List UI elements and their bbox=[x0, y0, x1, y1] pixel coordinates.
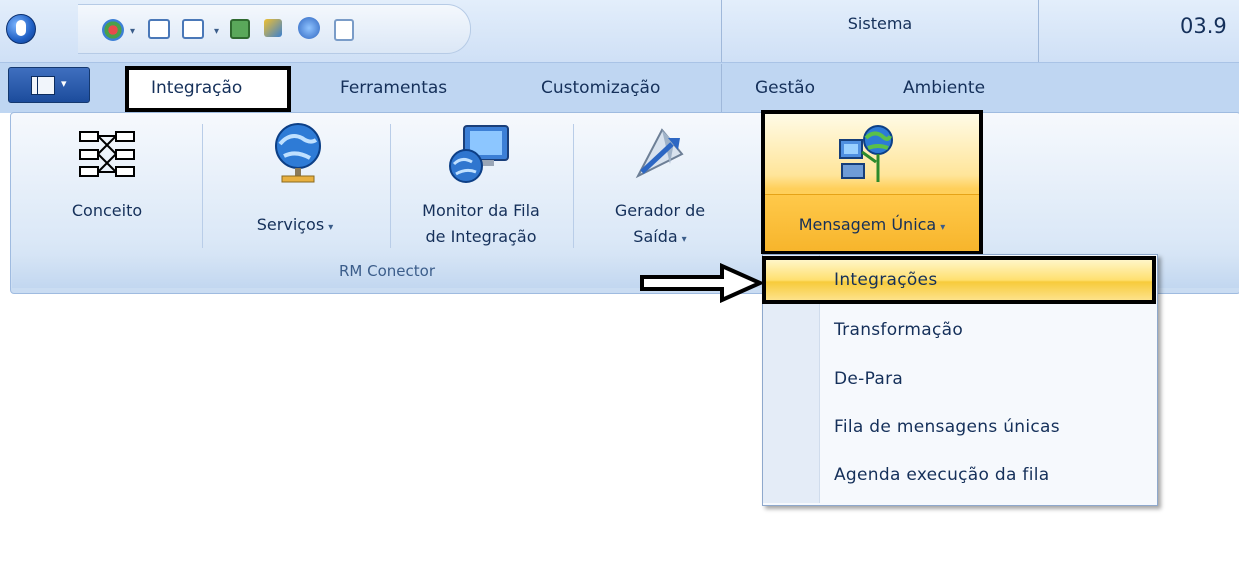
gerador-label-line1: Gerador de bbox=[614, 201, 706, 220]
network-diagram-icon[interactable] bbox=[78, 130, 136, 178]
mensagem-unica-label: Mensagem Única bbox=[798, 215, 937, 234]
chevron-down-icon[interactable]: ▾ bbox=[214, 26, 219, 37]
menu-item-fila-mensagens[interactable]: Fila de mensagens únicas bbox=[834, 417, 1060, 437]
app-logo-icon[interactable] bbox=[6, 14, 36, 44]
gerador-label-line2: Saída bbox=[633, 227, 678, 246]
globe-gear-icon[interactable] bbox=[298, 17, 320, 39]
ribbon-separator bbox=[573, 124, 574, 248]
monitor-globe-icon[interactable] bbox=[446, 122, 512, 184]
monitor-label-line1: Monitor da Fila bbox=[422, 201, 540, 220]
document-icon bbox=[31, 76, 55, 95]
window-icon[interactable] bbox=[182, 19, 204, 39]
play-icon[interactable] bbox=[230, 19, 250, 39]
servicos-label: Serviços bbox=[256, 215, 325, 234]
ribbon-separator bbox=[390, 124, 391, 248]
tab-ambiente[interactable]: Ambiente bbox=[903, 78, 985, 98]
menu-item-de-para[interactable]: De-Para bbox=[834, 369, 903, 389]
chevron-down-icon: ▾ bbox=[940, 222, 946, 233]
tab-customizacao[interactable]: Customização bbox=[541, 78, 660, 98]
app-menu-button[interactable]: ▾ bbox=[8, 67, 90, 103]
quick-access-toolbar: ▾ ▾ bbox=[78, 4, 471, 54]
chevron-down-icon: ▾ bbox=[61, 77, 67, 90]
tab-ferramentas[interactable]: Ferramentas bbox=[340, 78, 447, 98]
menu-item-highlight bbox=[762, 256, 1156, 304]
arrow-right-icon bbox=[640, 263, 765, 303]
tab-gestao[interactable]: Gestão bbox=[755, 78, 815, 98]
chevron-down-icon: ▾ bbox=[328, 222, 334, 233]
menu-item-transformacao[interactable]: Transformação bbox=[834, 320, 963, 340]
puzzle-icon[interactable] bbox=[264, 19, 282, 37]
servicos-button[interactable]: Serviços ▾ bbox=[225, 212, 365, 241]
computer-network-globe-icon bbox=[839, 125, 893, 182]
gerador-saida-button[interactable]: Gerador de Saída ▾ bbox=[596, 198, 724, 253]
system-label: Sistema bbox=[847, 14, 913, 33]
output-generator-icon[interactable] bbox=[632, 124, 688, 182]
mensagem-unica-label-wrap: Mensagem Única ▾ bbox=[765, 212, 979, 241]
version-label: 03.9 bbox=[1180, 14, 1227, 38]
chevron-down-icon: ▾ bbox=[681, 234, 687, 245]
tab-separator bbox=[721, 64, 722, 112]
monitor-fila-button[interactable]: Monitor da Fila de Integração bbox=[395, 198, 567, 250]
copy-icon[interactable] bbox=[334, 19, 354, 41]
chevron-down-icon[interactable]: ▾ bbox=[130, 26, 135, 37]
menu-item-integracoes[interactable]: Integrações bbox=[834, 270, 937, 290]
ribbon-separator bbox=[202, 124, 203, 248]
title-separator bbox=[1038, 0, 1039, 62]
window-down-icon[interactable] bbox=[148, 19, 170, 39]
colors-icon[interactable] bbox=[102, 19, 124, 41]
menu-item-agenda-execucao[interactable]: Agenda execução da fila bbox=[834, 465, 1049, 485]
globe-service-icon[interactable] bbox=[270, 122, 326, 184]
conceito-button[interactable]: Conceito bbox=[52, 198, 162, 224]
monitor-label-line2: de Integração bbox=[425, 227, 537, 246]
tab-integracao[interactable]: Integração bbox=[151, 78, 242, 98]
